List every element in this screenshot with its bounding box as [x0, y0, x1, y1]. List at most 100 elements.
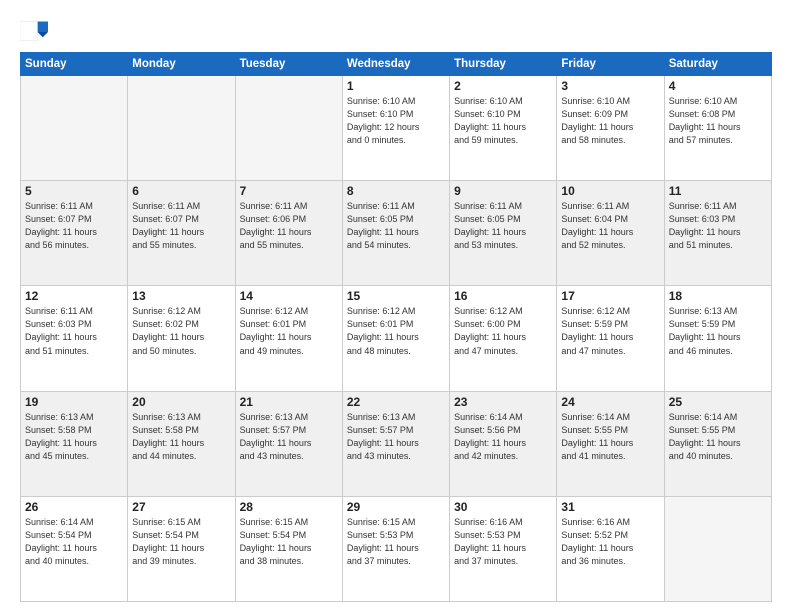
day-number: 23: [454, 395, 552, 409]
calendar-weekday-friday: Friday: [557, 53, 664, 76]
day-info: Sunrise: 6:13 AM Sunset: 5:57 PM Dayligh…: [240, 411, 338, 463]
day-number: 28: [240, 500, 338, 514]
calendar-week-row: 5 Sunrise: 6:11 AM Sunset: 6:07 PM Daylig…: [21, 181, 772, 286]
calendar-cell: 25 Sunrise: 6:14 AM Sunset: 5:55 PM Dayli…: [664, 391, 771, 496]
day-info: Sunrise: 6:11 AM Sunset: 6:05 PM Dayligh…: [347, 200, 445, 252]
day-number: 16: [454, 289, 552, 303]
calendar-cell: 13Sunrise: 6:12 AM Sunset: 6:02 PM Dayli…: [128, 286, 235, 391]
day-number: 26: [25, 500, 123, 514]
calendar-cell: 14 Sunrise: 6:12 AM Sunset: 6:01 PM Dayli…: [235, 286, 342, 391]
day-number: 22: [347, 395, 445, 409]
day-number: 15: [347, 289, 445, 303]
day-number: 8: [347, 184, 445, 198]
calendar-cell: 8 Sunrise: 6:11 AM Sunset: 6:05 PM Daylig…: [342, 181, 449, 286]
day-info: Sunrise: 6:12 AM Sunset: 6:01 PM Dayligh…: [240, 305, 338, 357]
calendar-weekday-saturday: Saturday: [664, 53, 771, 76]
day-info: Sunrise: 6:12 AM Sunset: 6:02 PM Dayligh…: [132, 305, 230, 357]
calendar-cell: 27 Sunrise: 6:15 AM Sunset: 5:54 PM Dayli…: [128, 496, 235, 601]
day-info: Sunrise: 6:13 AM Sunset: 5:57 PM Dayligh…: [347, 411, 445, 463]
day-info: Sunrise: 6:13 AM Sunset: 5:59 PM Dayligh…: [669, 305, 767, 357]
calendar-week-row: 26Sunrise: 6:14 AM Sunset: 5:54 PM Dayli…: [21, 496, 772, 601]
calendar-cell: 7 Sunrise: 6:11 AM Sunset: 6:06 PM Daylig…: [235, 181, 342, 286]
day-number: 24: [561, 395, 659, 409]
day-info: Sunrise: 6:11 AM Sunset: 6:03 PM Dayligh…: [25, 305, 123, 357]
day-info: Sunrise: 6:11 AM Sunset: 6:03 PM Dayligh…: [669, 200, 767, 252]
day-info: Sunrise: 6:11 AM Sunset: 6:07 PM Dayligh…: [25, 200, 123, 252]
calendar-weekday-sunday: Sunday: [21, 53, 128, 76]
calendar-weekday-monday: Monday: [128, 53, 235, 76]
day-number: 21: [240, 395, 338, 409]
day-number: 31: [561, 500, 659, 514]
day-number: 19: [25, 395, 123, 409]
day-info: Sunrise: 6:11 AM Sunset: 6:06 PM Dayligh…: [240, 200, 338, 252]
day-info: Sunrise: 6:15 AM Sunset: 5:54 PM Dayligh…: [240, 516, 338, 568]
calendar-cell: 12 Sunrise: 6:11 AM Sunset: 6:03 PM Dayli…: [21, 286, 128, 391]
calendar-cell: 26Sunrise: 6:14 AM Sunset: 5:54 PM Dayli…: [21, 496, 128, 601]
day-number: 30: [454, 500, 552, 514]
day-info: Sunrise: 6:11 AM Sunset: 6:05 PM Dayligh…: [454, 200, 552, 252]
day-number: 7: [240, 184, 338, 198]
day-number: 18: [669, 289, 767, 303]
calendar-cell: [664, 496, 771, 601]
day-info: Sunrise: 6:15 AM Sunset: 5:53 PM Dayligh…: [347, 516, 445, 568]
calendar-cell: 21 Sunrise: 6:13 AM Sunset: 5:57 PM Dayli…: [235, 391, 342, 496]
day-number: 17: [561, 289, 659, 303]
day-info: Sunrise: 6:15 AM Sunset: 5:54 PM Dayligh…: [132, 516, 230, 568]
calendar-cell: 1 Sunrise: 6:10 AM Sunset: 6:10 PM Daylig…: [342, 76, 449, 181]
calendar-week-row: 12 Sunrise: 6:11 AM Sunset: 6:03 PM Dayli…: [21, 286, 772, 391]
calendar-table: SundayMondayTuesdayWednesdayThursdayFrid…: [20, 52, 772, 602]
calendar-cell: 11 Sunrise: 6:11 AM Sunset: 6:03 PM Dayli…: [664, 181, 771, 286]
day-info: Sunrise: 6:12 AM Sunset: 5:59 PM Dayligh…: [561, 305, 659, 357]
day-info: Sunrise: 6:14 AM Sunset: 5:55 PM Dayligh…: [669, 411, 767, 463]
day-info: Sunrise: 6:12 AM Sunset: 6:01 PM Dayligh…: [347, 305, 445, 357]
day-number: 9: [454, 184, 552, 198]
calendar-cell: 3 Sunrise: 6:10 AM Sunset: 6:09 PM Daylig…: [557, 76, 664, 181]
calendar-cell: 10 Sunrise: 6:11 AM Sunset: 6:04 PM Dayli…: [557, 181, 664, 286]
day-number: 2: [454, 79, 552, 93]
calendar-cell: 23 Sunrise: 6:14 AM Sunset: 5:56 PM Dayli…: [450, 391, 557, 496]
calendar-cell: 5 Sunrise: 6:11 AM Sunset: 6:07 PM Daylig…: [21, 181, 128, 286]
day-info: Sunrise: 6:13 AM Sunset: 5:58 PM Dayligh…: [25, 411, 123, 463]
day-number: 1: [347, 79, 445, 93]
calendar-weekday-thursday: Thursday: [450, 53, 557, 76]
calendar-cell: 30 Sunrise: 6:16 AM Sunset: 5:53 PM Dayli…: [450, 496, 557, 601]
day-info: Sunrise: 6:16 AM Sunset: 5:53 PM Dayligh…: [454, 516, 552, 568]
calendar-cell: 6Sunrise: 6:11 AM Sunset: 6:07 PM Daylig…: [128, 181, 235, 286]
day-number: 14: [240, 289, 338, 303]
calendar-cell: [235, 76, 342, 181]
calendar-cell: 28 Sunrise: 6:15 AM Sunset: 5:54 PM Dayli…: [235, 496, 342, 601]
day-info: Sunrise: 6:13 AM Sunset: 5:58 PM Dayligh…: [132, 411, 230, 463]
day-number: 12: [25, 289, 123, 303]
calendar-cell: 31Sunrise: 6:16 AM Sunset: 5:52 PM Dayli…: [557, 496, 664, 601]
day-number: 3: [561, 79, 659, 93]
day-info: Sunrise: 6:14 AM Sunset: 5:56 PM Dayligh…: [454, 411, 552, 463]
calendar-cell: [128, 76, 235, 181]
calendar-cell: 9 Sunrise: 6:11 AM Sunset: 6:05 PM Daylig…: [450, 181, 557, 286]
calendar-cell: 15 Sunrise: 6:12 AM Sunset: 6:01 PM Dayli…: [342, 286, 449, 391]
day-info: Sunrise: 6:10 AM Sunset: 6:08 PM Dayligh…: [669, 95, 767, 147]
day-number: 11: [669, 184, 767, 198]
day-info: Sunrise: 6:14 AM Sunset: 5:55 PM Dayligh…: [561, 411, 659, 463]
calendar-cell: 22 Sunrise: 6:13 AM Sunset: 5:57 PM Dayli…: [342, 391, 449, 496]
day-number: 6: [132, 184, 230, 198]
calendar-cell: [21, 76, 128, 181]
day-info: Sunrise: 6:12 AM Sunset: 6:00 PM Dayligh…: [454, 305, 552, 357]
day-number: 20: [132, 395, 230, 409]
day-number: 10: [561, 184, 659, 198]
day-info: Sunrise: 6:10 AM Sunset: 6:10 PM Dayligh…: [454, 95, 552, 147]
day-number: 25: [669, 395, 767, 409]
calendar-cell: 19 Sunrise: 6:13 AM Sunset: 5:58 PM Dayli…: [21, 391, 128, 496]
calendar-cell: 18 Sunrise: 6:13 AM Sunset: 5:59 PM Dayli…: [664, 286, 771, 391]
calendar-weekday-wednesday: Wednesday: [342, 53, 449, 76]
calendar-cell: 29 Sunrise: 6:15 AM Sunset: 5:53 PM Dayli…: [342, 496, 449, 601]
page: SundayMondayTuesdayWednesdayThursdayFrid…: [0, 0, 792, 612]
day-info: Sunrise: 6:10 AM Sunset: 6:09 PM Dayligh…: [561, 95, 659, 147]
day-number: 27: [132, 500, 230, 514]
day-number: 29: [347, 500, 445, 514]
day-number: 5: [25, 184, 123, 198]
day-number: 4: [669, 79, 767, 93]
day-info: Sunrise: 6:10 AM Sunset: 6:10 PM Dayligh…: [347, 95, 445, 147]
calendar-week-row: 19 Sunrise: 6:13 AM Sunset: 5:58 PM Dayli…: [21, 391, 772, 496]
calendar-cell: 17 Sunrise: 6:12 AM Sunset: 5:59 PM Dayli…: [557, 286, 664, 391]
day-info: Sunrise: 6:11 AM Sunset: 6:04 PM Dayligh…: [561, 200, 659, 252]
